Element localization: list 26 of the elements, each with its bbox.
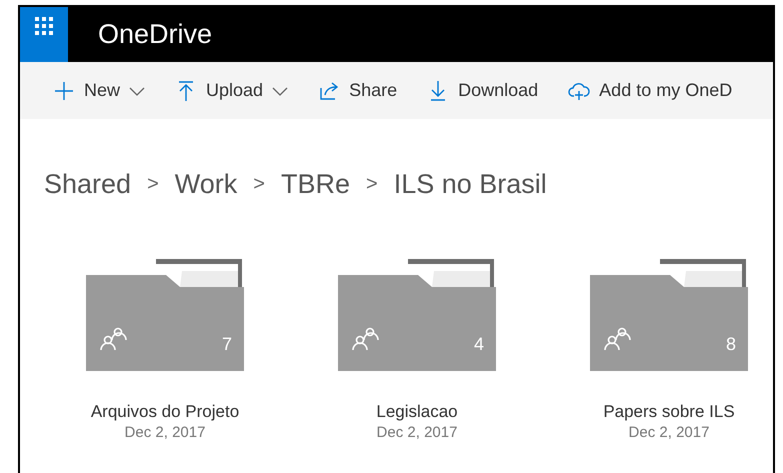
breadcrumb-item[interactable]: Work: [174, 164, 238, 204]
breadcrumb-separator: >: [147, 172, 159, 198]
breadcrumb-item[interactable]: Shared: [44, 164, 132, 204]
item-count: 8: [726, 334, 736, 352]
share-icon: [318, 80, 340, 102]
breadcrumb-item[interactable]: ILS no Brasil: [394, 164, 547, 204]
folder-date: Dec 2, 2017: [124, 424, 206, 442]
app-launcher-button[interactable]: [20, 7, 68, 62]
app-title[interactable]: OneDrive: [98, 14, 212, 55]
folder-name[interactable]: Papers sobre ILS: [603, 400, 735, 422]
item-count: 7: [222, 334, 232, 352]
toolbar-button[interactable]: Add to my OneD: [568, 77, 732, 104]
toolbar-button[interactable]: Download: [427, 77, 538, 104]
toolbar-button[interactable]: New: [53, 77, 146, 104]
toolbar-button[interactable]: Upload: [175, 77, 288, 104]
breadcrumb-separator: >: [366, 172, 378, 198]
folder-name[interactable]: Arquivos do Projeto: [90, 400, 240, 422]
breadcrumb-separator: >: [253, 172, 265, 198]
grid-icon: [35, 17, 53, 35]
plus-icon: [53, 80, 75, 102]
folder-name[interactable]: Legislacao: [376, 400, 458, 422]
breadcrumb-item[interactable]: TBRe: [280, 164, 350, 204]
toolbar-button[interactable]: Share: [318, 77, 398, 104]
folder-date: Dec 2, 2017: [628, 424, 710, 442]
item-count: 4: [474, 334, 484, 352]
folder-date: Dec 2, 2017: [376, 424, 458, 442]
